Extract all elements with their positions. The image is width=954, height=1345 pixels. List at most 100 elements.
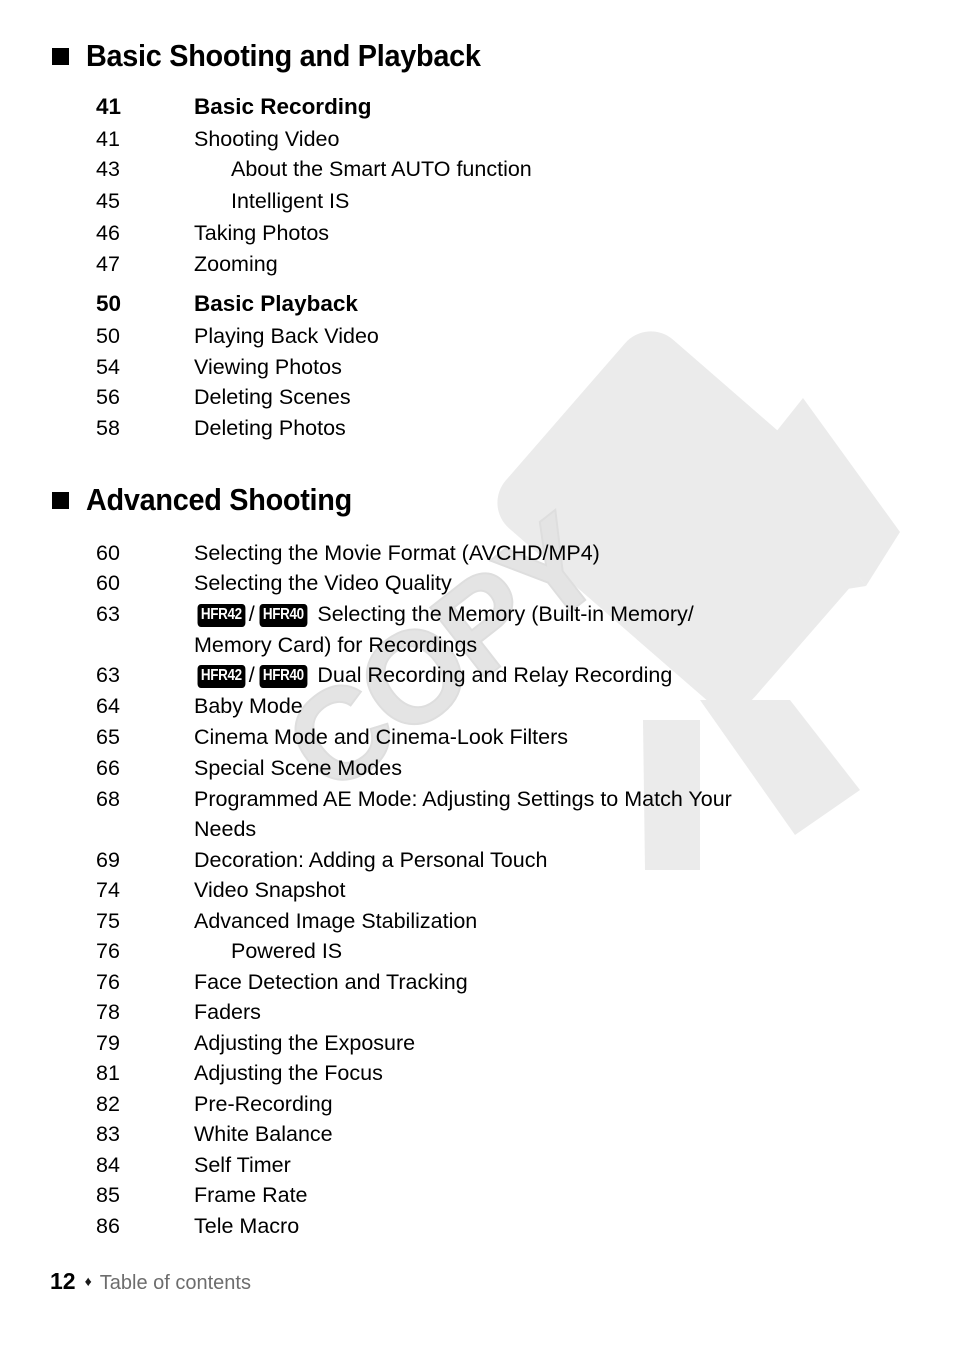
toc-entry-title: Selecting the Video Quality — [194, 571, 452, 595]
toc-page-number: 47 — [96, 252, 120, 276]
toc-entry-title: Adjusting the Focus — [194, 1061, 383, 1085]
toc-entry-title: Intelligent IS — [231, 189, 350, 213]
toc-page-number: 46 — [96, 221, 120, 245]
toc-page-number: 76 — [96, 939, 120, 963]
toc-row[interactable]: 63 HFR42/HFR40 Dual Recording and Relay R… — [96, 660, 886, 691]
footer-label: Table of contents — [99, 1272, 251, 1294]
toc-page-number: 65 — [96, 725, 120, 749]
toc-entry-title: Zooming — [194, 252, 278, 276]
toc-entry-title: Pre-Recording — [194, 1092, 333, 1116]
toc-row[interactable]: 81 Adjusting the Focus — [96, 1058, 886, 1089]
toc-page-number: 43 — [96, 157, 120, 181]
square-bullet-icon — [52, 492, 69, 509]
toc-row[interactable]: 46 Taking Photos — [96, 218, 886, 249]
toc-row[interactable]: 45 Intelligent IS — [96, 186, 886, 217]
toc-row[interactable]: 75 Advanced Image Stabilization — [96, 906, 886, 937]
toc-page-number: 68 — [96, 787, 120, 811]
toc-page-number: 69 — [96, 848, 120, 872]
toc-row[interactable]: 82 Pre-Recording — [96, 1089, 886, 1120]
toc-entry-title: Taking Photos — [194, 221, 330, 245]
toc-entry-title: Basic Recording — [194, 94, 372, 119]
toc-entry-title: Decoration: Adding a Personal Touch — [194, 848, 548, 872]
toc-page-number: 84 — [96, 1153, 120, 1177]
toc-entry-title: Advanced Image Stabilization — [194, 909, 478, 933]
toc-page-number: 50 — [96, 291, 122, 316]
toc-row[interactable]: 60 Selecting the Video Quality — [96, 568, 886, 599]
toc-entry-title: Deleting Scenes — [194, 385, 351, 409]
toc-row[interactable]: 65 Cinema Mode and Cinema-Look Filters — [96, 722, 886, 753]
toc-row[interactable]: 76 Face Detection and Tracking — [96, 967, 886, 998]
toc-entry-title: Frame Rate — [194, 1183, 308, 1207]
toc-entry-title-with-badges: HFR42/HFR40 Selecting the Memory (Built-i… — [194, 599, 886, 630]
toc-page-number: 76 — [96, 970, 120, 994]
toc-row[interactable]: 54 Viewing Photos — [96, 352, 886, 383]
toc-entry-title: Self Timer — [194, 1153, 291, 1177]
toc-row[interactable]: 69 Decoration: Adding a Personal Touch — [96, 845, 886, 876]
model-badge-hfr42: HFR42 — [197, 604, 246, 627]
model-badge-hfr40: HFR40 — [259, 604, 307, 627]
toc-page-number: 85 — [96, 1183, 120, 1207]
footer-page-number: 12 — [50, 1268, 76, 1294]
section-heading-advanced-shooting: Advanced Shooting — [52, 484, 372, 515]
toc-row[interactable]: 58 Deleting Photos — [96, 413, 886, 444]
model-badge-hfr40: HFR40 — [259, 665, 307, 688]
toc-page-number: 60 — [96, 541, 120, 565]
toc-row[interactable]: 76 Powered IS — [96, 936, 886, 967]
toc-row[interactable]: 86 Tele Macro — [96, 1211, 886, 1242]
toc-page-number: 63 — [96, 602, 120, 626]
toc-page-number: 41 — [96, 127, 120, 151]
toc-row[interactable]: 47 Zooming — [96, 249, 886, 280]
toc-page-number: 45 — [96, 189, 120, 213]
toc-entry-title: Faders — [194, 1000, 261, 1024]
toc-entry-title-with-badges: HFR42/HFR40 Dual Recording and Relay Reco… — [194, 660, 886, 691]
section-title: Basic Shooting and Playback — [86, 38, 481, 73]
toc-row[interactable]: 56 Deleting Scenes — [96, 382, 886, 413]
toc-entry-title: Selecting the Memory (Built-in Memory/ — [317, 602, 694, 626]
toc-page-number: 58 — [96, 416, 120, 440]
toc-row[interactable]: 79 Adjusting the Exposure — [96, 1028, 886, 1059]
toc-page-number: 56 — [96, 385, 120, 409]
toc-page-number: 64 — [96, 694, 120, 718]
toc-page-number: 78 — [96, 1000, 120, 1024]
toc-row[interactable]: 43 About the Smart AUTO function — [96, 154, 886, 185]
toc-row[interactable]: 50 Basic Playback — [96, 289, 886, 320]
badge-separator: / — [248, 663, 255, 687]
section-title: Advanced Shooting — [86, 482, 352, 517]
toc-row[interactable]: 66 Special Scene Modes — [96, 753, 886, 784]
toc-row[interactable]: 85 Frame Rate — [96, 1180, 886, 1211]
toc-page-number: 79 — [96, 1031, 120, 1055]
toc-row[interactable]: 68 Programmed AE Mode: Adjusting Setting… — [96, 784, 886, 815]
toc-row[interactable]: 74 Video Snapshot — [96, 875, 886, 906]
toc-page-number: 50 — [96, 324, 120, 348]
toc-row[interactable]: 78 Faders — [96, 997, 886, 1028]
toc-page: Basic Shooting and Playback 41 Basic Rec… — [0, 0, 954, 1345]
toc-row[interactable]: 64 Baby Mode — [96, 691, 886, 722]
toc-entry-title: Face Detection and Tracking — [194, 970, 468, 994]
toc-entry-title: Basic Playback — [194, 291, 358, 316]
toc-row[interactable]: 84 Self Timer — [96, 1150, 886, 1181]
toc-entry-title: Baby Mode — [194, 694, 303, 718]
toc-entry-title: Programmed AE Mode: Adjusting Settings t… — [194, 787, 732, 811]
toc-page-number: 86 — [96, 1214, 120, 1238]
toc-row[interactable]: 50 Playing Back Video — [96, 321, 886, 352]
toc-entry-title: Tele Macro — [194, 1214, 300, 1238]
toc-page-number: 83 — [96, 1122, 120, 1146]
toc-entry-title: Viewing Photos — [194, 355, 342, 379]
badge-separator: / — [248, 602, 255, 626]
toc-entry-title: Selecting the Movie Format (AVCHD/MP4) — [194, 541, 600, 565]
toc-entry-title: Dual Recording and Relay Recording — [317, 663, 673, 687]
diamond-icon: ♦ — [84, 1273, 92, 1289]
toc-row[interactable]: 83 White Balance — [96, 1119, 886, 1150]
toc-row[interactable]: 63 HFR42/HFR40 Selecting the Memory (Buil… — [96, 599, 886, 630]
toc-page-number: 74 — [96, 878, 120, 902]
toc-page-number: 63 — [96, 663, 120, 687]
toc-row[interactable]: 60 Selecting the Movie Format (AVCHD/MP4… — [96, 538, 886, 569]
toc-row[interactable]: 41 Basic Recording — [96, 92, 886, 123]
toc-entry-title: White Balance — [194, 1122, 333, 1146]
toc-entry-title: Deleting Photos — [194, 416, 346, 440]
toc-page-number: 54 — [96, 355, 120, 379]
toc-page-number: 75 — [96, 909, 120, 933]
toc-entry-title: Powered IS — [231, 939, 343, 963]
toc-entry-title: Special Scene Modes — [194, 756, 402, 780]
toc-row[interactable]: 41 Shooting Video — [96, 124, 886, 155]
